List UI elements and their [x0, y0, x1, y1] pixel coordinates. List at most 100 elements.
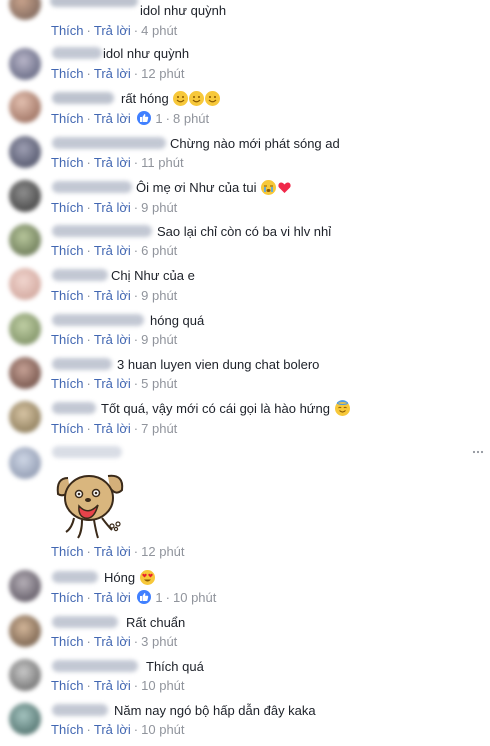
blurred-author-name[interactable] [52, 92, 114, 104]
avatar[interactable] [9, 48, 41, 80]
reply-link[interactable]: Trả lời [94, 243, 131, 258]
halo-emoji [334, 401, 350, 416]
reply-link[interactable]: Trả lời [94, 66, 131, 81]
timestamp[interactable]: 8 phút [173, 111, 209, 126]
like-link[interactable]: Thích [51, 332, 84, 347]
like-link[interactable]: Thích [51, 155, 84, 170]
like-link[interactable]: Thích [51, 288, 84, 303]
reply-link[interactable]: Trả lời [94, 23, 131, 38]
blurred-author-name[interactable] [52, 358, 112, 370]
comment: Sao lại chỉ còn có ba vi hlv nhỉ Thích · T… [0, 222, 490, 264]
avatar[interactable] [9, 91, 41, 123]
like-link[interactable]: Thích [51, 23, 84, 38]
comment-actions: Thích · Trả lời 1 · 8 phút [51, 111, 209, 127]
timestamp[interactable]: 6 phút [141, 243, 177, 258]
timestamp[interactable]: 10 phút [141, 722, 184, 737]
timestamp[interactable]: 11 phút [141, 155, 183, 170]
avatar[interactable] [9, 659, 41, 691]
timestamp[interactable]: 5 phút [141, 376, 177, 391]
timestamp[interactable]: 4 phút [141, 23, 177, 38]
reaction-summary[interactable]: 1 [137, 111, 163, 127]
avatar[interactable] [9, 180, 41, 212]
blurred-author-name[interactable] [52, 704, 108, 716]
avatar[interactable] [9, 0, 41, 20]
blurred-author-name[interactable] [52, 225, 152, 237]
blurred-author-name[interactable] [52, 660, 138, 672]
reply-link[interactable]: Trả lời [94, 590, 131, 605]
reply-link[interactable]: Trả lời [94, 722, 131, 737]
blurred-author-name[interactable] [52, 616, 118, 628]
reply-link[interactable]: Trả lời [94, 332, 131, 347]
blurred-author-name[interactable] [52, 181, 132, 193]
reply-link[interactable]: Trả lời [94, 678, 131, 693]
timestamp[interactable]: 10 phút [173, 590, 216, 605]
avatar[interactable] [9, 447, 41, 479]
like-reaction-icon [137, 111, 152, 125]
timestamp[interactable]: 12 phút [141, 66, 184, 81]
reply-link[interactable]: Trả lời [94, 288, 131, 303]
comment: Chị Như của e Thích · Trả lời · 9 phút [0, 266, 490, 308]
blurred-author-name[interactable] [52, 269, 108, 281]
comment: Hóng Thích · Trả lời 1 · 10 phút [0, 568, 490, 610]
like-link[interactable]: Thích [51, 66, 84, 81]
avatar[interactable] [9, 401, 41, 433]
like-link[interactable]: Thích [51, 200, 84, 215]
avatar[interactable] [9, 357, 41, 389]
separator: · [86, 111, 91, 126]
more-options-icon[interactable] [472, 449, 484, 455]
avatar[interactable] [9, 268, 41, 300]
like-link[interactable]: Thích [51, 376, 84, 391]
avatar[interactable] [9, 224, 41, 256]
like-link[interactable]: Thích [51, 544, 84, 559]
heart-emoji [277, 180, 292, 195]
timestamp[interactable]: 9 phút [141, 200, 177, 215]
comment-text: Sao lại chỉ còn có ba vi hlv nhỉ [157, 224, 332, 239]
blurred-author-name[interactable] [52, 446, 122, 458]
comment: Chừng nào mới phát sóng ad Thích · Trả lời… [0, 134, 490, 176]
reaction-summary[interactable]: 1 [137, 590, 163, 606]
comment: 3 huan luyen vien dung chat bolero Thích… [0, 355, 490, 397]
reply-link[interactable]: Trả lời [94, 544, 131, 559]
comment: idol như quỳnh Thích · Trả lời · 4 phút [0, 0, 490, 42]
separator: · [133, 200, 139, 215]
separator: · [165, 590, 170, 605]
avatar[interactable] [9, 703, 41, 735]
like-link[interactable]: Thích [51, 678, 84, 693]
avatar[interactable] [9, 313, 41, 345]
reply-link[interactable]: Trả lời [94, 111, 131, 126]
blurred-author-name[interactable] [52, 402, 96, 414]
reply-link[interactable]: Trả lời [94, 421, 131, 436]
like-link[interactable]: Thích [51, 421, 84, 436]
comment-text: Chị Như của e [111, 268, 195, 283]
timestamp[interactable]: 9 phút [141, 332, 177, 347]
separator: · [133, 155, 139, 170]
avatar[interactable] [9, 615, 41, 647]
reply-link[interactable]: Trả lời [94, 634, 131, 649]
reply-link[interactable]: Trả lời [94, 155, 131, 170]
timestamp[interactable]: 10 phút [141, 678, 184, 693]
comment: rất hóng Thích · Trả lời 1 · 8 phút [0, 89, 490, 131]
comment-actions: Thích · Trả lời · 10 phút [51, 722, 185, 738]
like-link[interactable]: Thích [51, 722, 84, 737]
like-link[interactable]: Thích [51, 111, 84, 126]
comment: Thích quá Thích · Trả lời · 10 phút [0, 657, 490, 699]
blurred-author-name[interactable] [52, 314, 144, 326]
reaction-count: 1 [155, 111, 163, 126]
timestamp[interactable]: 12 phút [141, 544, 184, 559]
avatar[interactable] [9, 136, 41, 168]
timestamp[interactable]: 3 phút [141, 634, 177, 649]
reply-link[interactable]: Trả lời [94, 376, 131, 391]
separator: · [86, 678, 91, 693]
comment-actions: Thích · Trả lời · 7 phút [51, 421, 177, 437]
blurred-author-name[interactable] [52, 137, 166, 149]
blurred-author-name[interactable] [50, 0, 138, 7]
avatar[interactable] [9, 570, 41, 602]
like-link[interactable]: Thích [51, 634, 84, 649]
timestamp[interactable]: 7 phút [141, 421, 177, 436]
like-link[interactable]: Thích [51, 590, 84, 605]
reply-link[interactable]: Trả lời [94, 200, 131, 215]
like-link[interactable]: Thích [51, 243, 84, 258]
timestamp[interactable]: 9 phút [141, 288, 177, 303]
blurred-author-name[interactable] [52, 47, 102, 59]
blurred-author-name[interactable] [52, 571, 98, 583]
